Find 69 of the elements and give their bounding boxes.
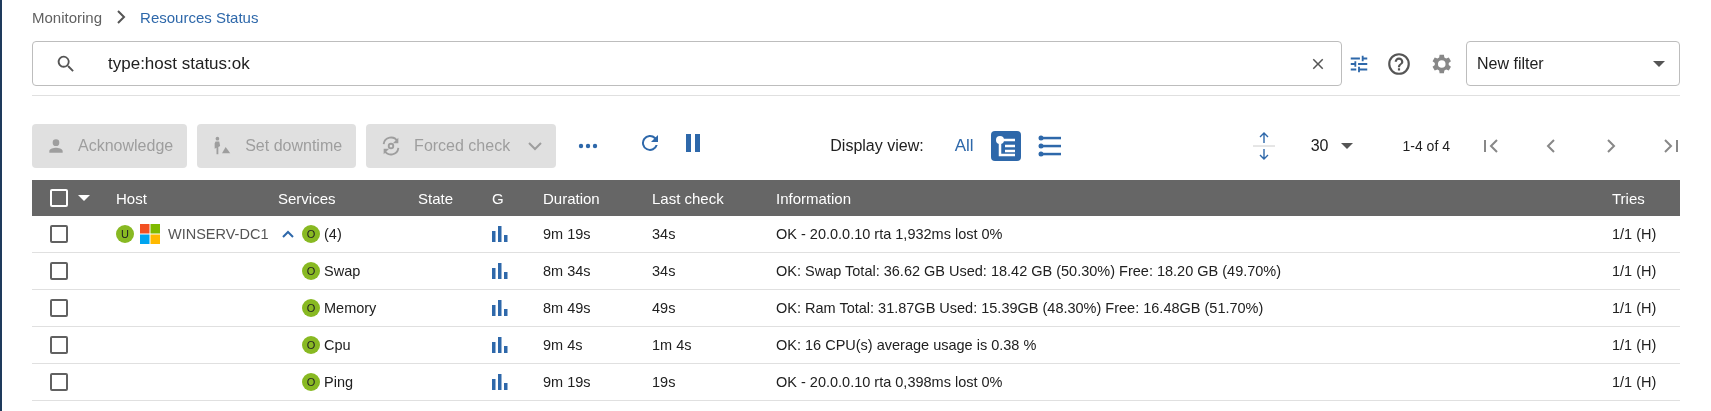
select-all-checkbox[interactable] [50,189,68,207]
first-page-icon[interactable] [1482,137,1500,155]
bar-chart-icon[interactable] [492,300,508,316]
status-badge: O [302,299,320,317]
breadcrumb-current[interactable]: Resources Status [140,8,259,26]
information-cell: OK: Ram Total: 31.87GB Used: 15.39GB (48.30%) Free: 16.48GB (51.70%) [776,300,1264,316]
service-name[interactable]: Ping [324,374,354,390]
filter-select[interactable]: New filter [1466,41,1680,86]
tree-view-icon[interactable] [990,131,1021,161]
bar-chart-icon[interactable] [492,374,508,390]
view-option[interactable]: All [951,134,977,158]
column-header[interactable]: G [492,189,504,207]
checkbox[interactable] [50,225,68,243]
last-check-cell: 1m 4s [652,337,692,353]
information-cell: OK - 20.0.0.10 rta 0,398ms lost 0% [776,374,1003,390]
bar-chart-icon[interactable] [492,226,508,242]
service-name[interactable]: (4) [324,226,342,242]
host-name[interactable]: WINSERV-DC1 [168,226,269,242]
column-header[interactable]: Host [116,189,147,207]
information-cell: OK: Swap Total: 36.62 GB Used: 18.42 GB (50.30%) Free: 18.20 GB (49.70%) [776,263,1282,279]
checkbox[interactable] [50,262,68,280]
information-cell: OK: 16 CPU(s) average usage is 0.38 % [776,337,1037,353]
last-check-cell: 49s [652,300,676,316]
bar-chart-icon[interactable] [492,337,508,353]
last-check-cell: 34s [652,263,676,279]
sort-icon[interactable] [1252,131,1275,161]
display-view-label: Display view: [830,137,924,155]
tries-cell: 1/1 (H) [1612,226,1657,242]
search-text[interactable]: type:host status:ok [108,53,250,74]
duration-cell: 9m 19s [543,226,591,242]
duration-cell: 8m 49s [543,300,591,316]
last-page-icon[interactable] [1662,137,1680,155]
caret-icon [1653,59,1665,68]
page-range: 1-4 of 4 [1402,138,1450,154]
help-icon[interactable] [1386,50,1412,77]
service-name[interactable]: Cpu [324,337,351,353]
tries-cell: 1/1 (H) [1612,337,1657,353]
duration-cell: 9m 4s [543,337,583,353]
page-size-select[interactable]: 30 [1310,137,1353,155]
status-badge: O [302,225,320,243]
pause-icon[interactable] [684,133,703,153]
checkbox[interactable] [50,373,68,391]
chevron-down-icon [528,141,543,151]
tries-cell: 1/1 (H) [1612,300,1657,316]
service-name[interactable]: Memory [324,300,377,316]
bar-chart-icon[interactable] [492,263,508,279]
breadcrumb-link[interactable]: Monitoring [32,8,103,26]
more-icon[interactable] [578,143,599,149]
checkbox[interactable] [50,299,68,317]
tries-cell: 1/1 (H) [1612,263,1657,279]
status-badge: U [116,225,134,243]
duration-cell: 9m 19s [543,374,591,390]
caret-icon [1340,142,1353,150]
checkbox[interactable] [50,336,68,354]
caret-icon[interactable] [78,194,90,202]
duration-cell: 8m 34s [543,263,591,279]
status-badge: O [302,373,320,391]
last-check-cell: 34s [652,226,676,242]
chevron-right-icon [116,10,127,24]
column-header[interactable]: Information [776,189,852,207]
person-icon [46,136,66,156]
windows-logo-icon [140,224,160,244]
information-cell: OK - 20.0.0.10 rta 1,932ms lost 0% [776,226,1003,242]
status-badge: O [302,262,320,280]
service-name[interactable]: Swap [324,263,361,279]
tries-cell: 1/1 (H) [1612,374,1657,390]
search-field[interactable]: type:host status:ok [32,41,1342,86]
status-badge: O [302,336,320,354]
last-check-cell: 19s [652,374,676,390]
